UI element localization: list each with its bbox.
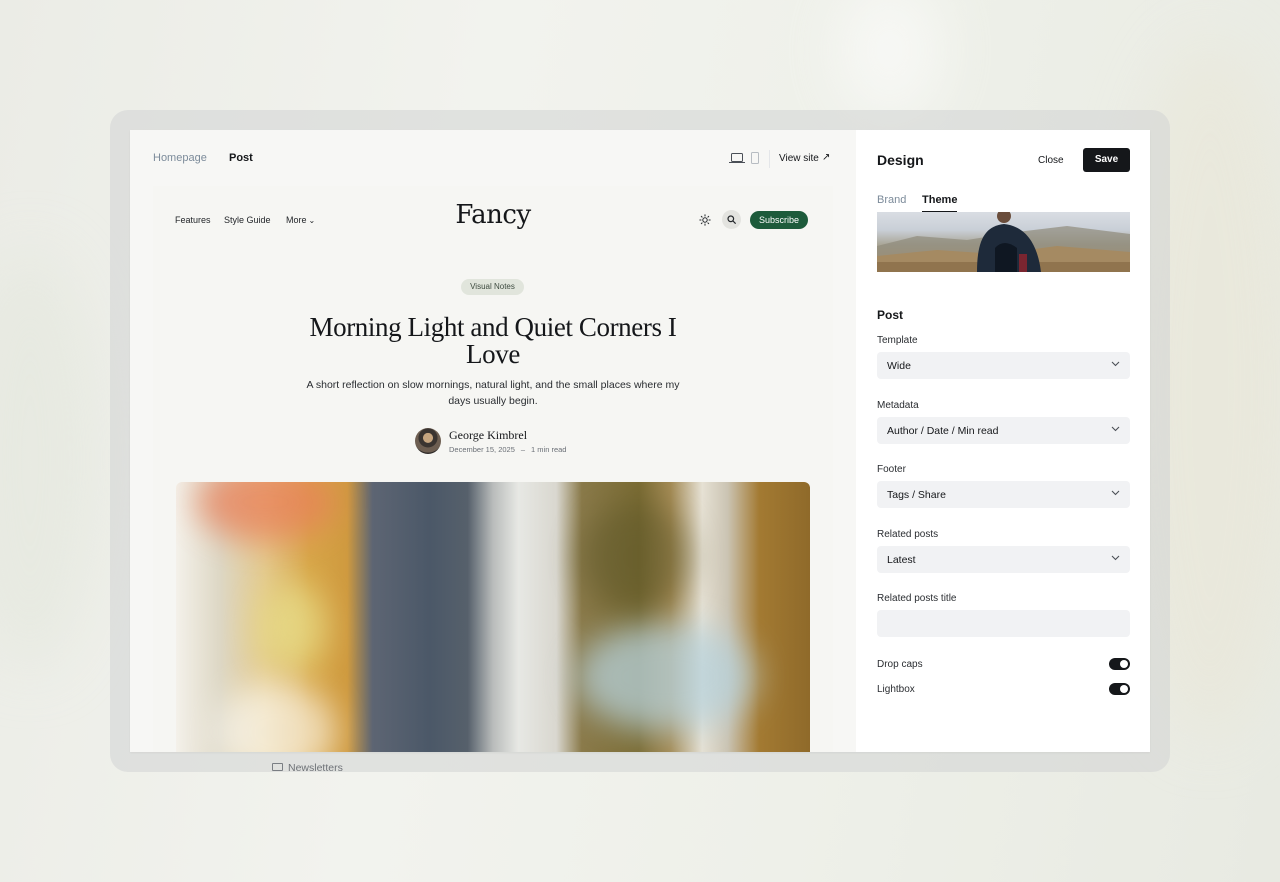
external-link-icon[interactable]: ↗	[822, 152, 830, 163]
template-label: Template	[877, 335, 918, 346]
related-posts-label: Related posts	[877, 529, 939, 540]
post-tag[interactable]: Visual Notes	[461, 279, 524, 295]
mail-icon	[272, 763, 283, 771]
close-button[interactable]: Close	[1038, 155, 1064, 166]
design-editor-window: Homepage Post View site ↗ Features Style…	[130, 130, 1150, 752]
post-meta: December 15, 2025–1 min read	[449, 445, 566, 454]
background-blur	[840, 0, 940, 120]
preview-topbar: Homepage Post View site ↗	[130, 130, 856, 186]
lightbox-label: Lightbox	[877, 684, 915, 695]
post-excerpt: A short reflection on slow mornings, nat…	[306, 379, 680, 407]
search-button[interactable]	[722, 210, 741, 229]
author-name[interactable]: George Kimbrel	[449, 428, 527, 443]
desktop-preview-icon[interactable]	[729, 153, 745, 164]
footer-select[interactable]: Tags / Share	[877, 481, 1130, 508]
subscribe-button[interactable]: Subscribe	[750, 211, 808, 229]
search-icon	[727, 215, 736, 224]
footer-value: Tags / Share	[887, 489, 946, 501]
sun-icon[interactable]	[699, 214, 711, 226]
footer-label: Footer	[877, 464, 906, 475]
preview-pane: Homepage Post View site ↗ Features Style…	[130, 130, 856, 752]
post-date: December 15, 2025	[449, 445, 515, 454]
topbar-divider	[769, 150, 770, 168]
site-preview: Features Style Guide More ⌄ Fancy Subscr…	[153, 186, 833, 752]
metadata-label: Metadata	[877, 400, 919, 411]
drop-caps-label: Drop caps	[877, 659, 923, 670]
metadata-value: Author / Date / Min read	[887, 425, 999, 437]
drop-caps-toggle[interactable]	[1109, 658, 1130, 670]
metadata-select[interactable]: Author / Date / Min read	[877, 417, 1130, 444]
meta-separator: –	[520, 445, 526, 454]
design-settings-panel: Design Close Save Brand Theme Post Templ…	[856, 130, 1150, 752]
avatar[interactable]	[415, 428, 441, 454]
related-posts-title-label: Related posts title	[877, 593, 957, 604]
chevron-down-icon	[1111, 361, 1120, 367]
template-value: Wide	[887, 360, 911, 372]
tab-post[interactable]: Post	[229, 152, 253, 164]
feature-image	[176, 482, 810, 752]
mobile-preview-icon[interactable]	[751, 152, 759, 164]
theme-thumbnail[interactable]	[877, 212, 1130, 272]
tab-theme[interactable]: Theme	[922, 194, 958, 212]
background-blur	[0, 250, 100, 670]
theme-preview-image	[877, 212, 1130, 272]
panel-title: Design	[877, 152, 924, 168]
related-posts-select[interactable]: Latest	[877, 546, 1130, 573]
template-select[interactable]: Wide	[877, 352, 1130, 379]
tab-homepage[interactable]: Homepage	[153, 152, 207, 164]
read-time: 1 min read	[531, 445, 567, 454]
chevron-down-icon	[1111, 426, 1120, 432]
chevron-down-icon	[1111, 555, 1120, 561]
lightbox-toggle[interactable]	[1109, 683, 1130, 695]
save-button[interactable]: Save	[1083, 148, 1130, 172]
newsletters-link[interactable]: Newsletters	[288, 762, 343, 774]
view-site-link[interactable]: View site	[779, 153, 819, 164]
chevron-down-icon	[1111, 490, 1120, 496]
section-title-post: Post	[877, 308, 904, 322]
tab-brand[interactable]: Brand	[877, 194, 906, 206]
related-posts-title-input[interactable]	[877, 610, 1130, 637]
related-posts-value: Latest	[887, 554, 916, 566]
post-title: Morning Light and Quiet Corners I Love	[309, 312, 677, 369]
